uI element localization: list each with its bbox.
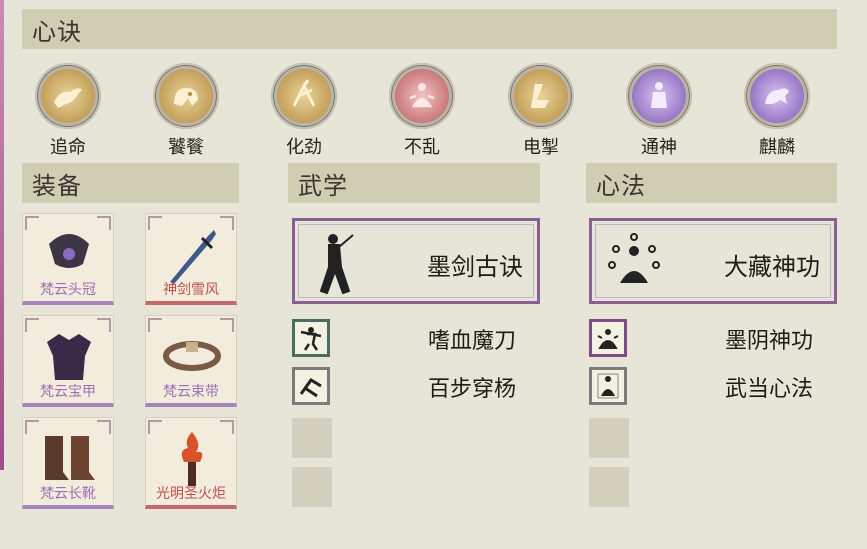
deity-icon	[651, 82, 667, 108]
equip-name: 光明圣火炬	[156, 486, 226, 502]
boots-icon	[45, 436, 95, 480]
xinfa-empty-slot[interactable]	[589, 418, 629, 458]
section-header-xinjue: 心诀	[22, 9, 837, 49]
skill-ring	[744, 63, 810, 129]
corner-ornament	[220, 216, 234, 230]
lightning-icon	[531, 84, 549, 108]
equip-slot-torch[interactable]: 光明圣火炬	[145, 417, 237, 509]
xinfa-item-slot[interactable]	[589, 367, 627, 405]
section-header-xinfa: 心法	[586, 163, 837, 203]
archer-icon	[299, 378, 322, 398]
skill-label: 饕餮	[168, 137, 204, 158]
skill-label: 麒麟	[759, 137, 795, 158]
equip-name: 梵云束带	[163, 384, 219, 400]
skill-tongshen[interactable]: 通神	[624, 63, 694, 159]
xinfa-empty-slot[interactable]	[589, 467, 629, 507]
corner-ornament	[148, 318, 162, 332]
skill-label: 追命	[50, 137, 86, 158]
xinfa-main-slot[interactable]: 大藏神功	[589, 218, 837, 304]
equip-name: 梵云长靴	[40, 486, 96, 502]
corner-ornament	[97, 216, 111, 230]
wuxue-main-slot[interactable]: 墨剑古诀	[292, 218, 540, 304]
xinfa-item-slot[interactable]	[589, 319, 627, 357]
skill-label: 化劲	[286, 137, 322, 158]
skill-ring	[508, 63, 574, 129]
corner-ornament	[148, 216, 162, 230]
skill-ring	[153, 63, 219, 129]
skill-label: 通神	[641, 137, 677, 158]
wuxue-item-name: 嗜血魔刀	[428, 329, 517, 354]
corner-ornament	[97, 420, 111, 434]
torch-icon	[181, 432, 203, 486]
section-header-zhuangbei: 装备	[22, 163, 239, 203]
wuxue-item-slot[interactable]	[292, 319, 330, 357]
section-title: 装备	[32, 171, 82, 200]
skill-ring	[271, 63, 337, 129]
wuxue-main-name: 墨剑古诀	[427, 253, 523, 281]
corner-ornament	[220, 318, 234, 332]
corner-ornament	[25, 420, 39, 434]
skill-ring	[389, 63, 455, 129]
wudang-meditation-icon	[597, 373, 619, 399]
corner-ornament	[25, 216, 39, 230]
equip-slot-boots[interactable]: 梵云长靴	[22, 417, 114, 509]
equip-slot-crown[interactable]: 梵云头冠	[22, 213, 114, 305]
equip-slot-sword[interactable]: 神剑雪风	[145, 213, 237, 305]
xinfa-item-name: 墨阴神功	[725, 329, 814, 354]
swordsman-figure-icon	[319, 234, 354, 295]
dark-meditation-icon	[597, 329, 619, 349]
blade-stance-icon	[300, 327, 322, 351]
wuxue-item-name: 百步穿杨	[428, 377, 517, 402]
equip-name: 神剑雪风	[163, 282, 219, 298]
skill-zhuiming[interactable]: 追命	[33, 63, 103, 159]
section-title: 心法	[596, 171, 646, 200]
swirling-figure-icon	[292, 79, 316, 107]
corner-ornament	[148, 420, 162, 434]
taotie-beast-icon	[174, 88, 198, 106]
left-edge-accent	[0, 0, 4, 470]
skill-huajin[interactable]: 化劲	[269, 63, 339, 159]
sword-icon	[170, 230, 216, 284]
running-beast-icon	[54, 88, 82, 108]
equip-name: 梵云宝甲	[40, 384, 96, 400]
wuxue-item-slot[interactable]	[292, 367, 330, 405]
equip-name: 梵云头冠	[40, 282, 96, 298]
skill-buluan[interactable]: 不乱	[387, 63, 457, 159]
armor-icon	[47, 334, 91, 380]
skill-label: 不乱	[404, 137, 440, 158]
corner-ornament	[97, 318, 111, 332]
equip-slot-armor[interactable]: 梵云宝甲	[22, 315, 114, 407]
wuxue-empty-slot[interactable]	[292, 418, 332, 458]
meditating-monk-icon	[608, 233, 660, 283]
section-title: 心诀	[32, 17, 82, 46]
skill-ring	[626, 63, 692, 129]
skill-taotie[interactable]: 饕餮	[151, 63, 221, 159]
qilin-icon	[765, 88, 789, 104]
skill-label: 电掣	[523, 137, 559, 158]
wuxue-empty-slot[interactable]	[292, 467, 332, 507]
skill-dianche[interactable]: 电掣	[506, 63, 576, 159]
corner-ornament	[220, 420, 234, 434]
skill-qilin[interactable]: 麒麟	[742, 63, 812, 159]
crown-icon	[49, 234, 89, 268]
equip-slot-belt[interactable]: 梵云束带	[145, 315, 237, 407]
xinfa-item-name: 武当心法	[725, 377, 814, 402]
meditating-figure-icon	[409, 83, 435, 108]
section-header-wuxue: 武学	[288, 163, 540, 203]
belt-icon	[163, 341, 221, 371]
skill-ring	[35, 63, 101, 129]
corner-ornament	[25, 318, 39, 332]
xinfa-main-name: 大藏神功	[724, 253, 820, 281]
section-title: 武学	[298, 171, 348, 200]
